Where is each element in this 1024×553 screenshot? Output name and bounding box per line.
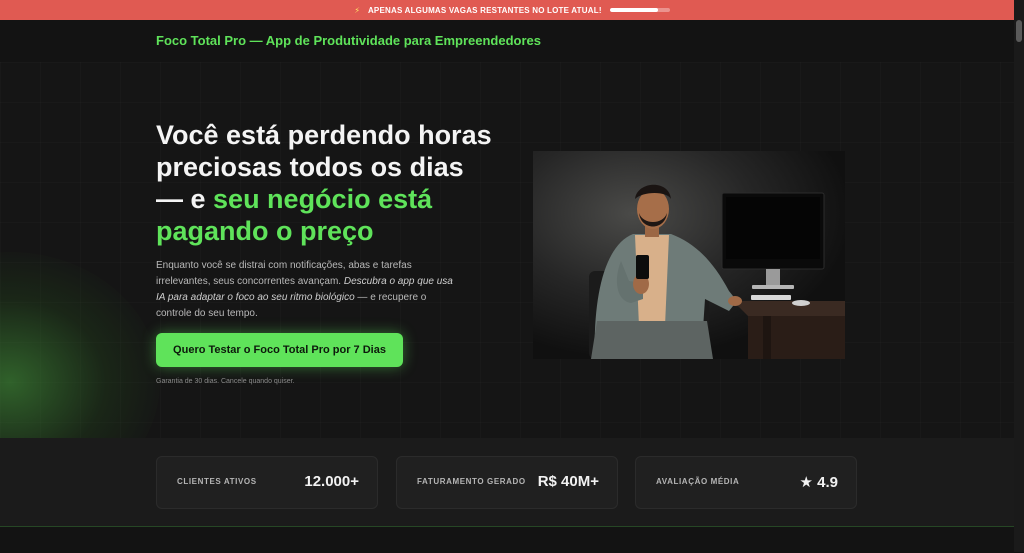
stat-card-rating: AVALIAÇÃO MÉDIA ★ 4.9	[635, 456, 857, 509]
hero-section: Você está perdendo horas preciosas todos…	[0, 62, 1014, 438]
stat-label: FATURAMENTO GERADO	[417, 477, 526, 486]
announcement-text: APENAS ALGUMAS VAGAS RESTANTES NO LOTE A…	[367, 5, 602, 15]
trial-cta-button[interactable]: Quero Testar o Foco Total Pro por 7 Dias	[156, 333, 403, 367]
scrollbar-thumb[interactable]	[1016, 20, 1022, 42]
spots-progress-fill	[609, 8, 658, 12]
page-scrollbar[interactable]	[1014, 0, 1024, 552]
man-with-phone-photo	[533, 151, 845, 359]
next-section-edge	[0, 526, 1014, 553]
stat-card-clients: CLIENTES ATIVOS 12.000+	[156, 456, 378, 509]
stat-label: CLIENTES ATIVOS	[177, 477, 257, 486]
hero-photo	[533, 151, 845, 359]
stat-label: AVALIAÇÃO MÉDIA	[656, 477, 740, 486]
stat-value: R$ 40M+	[537, 473, 599, 490]
hero-headline: Você está perdendo horas preciosas todos…	[156, 119, 496, 247]
spots-progress-bar	[609, 8, 670, 12]
hero-description: Enquanto você se distrai com notificaçõe…	[156, 258, 456, 322]
stat-value: ★ 4.9	[799, 474, 838, 491]
stat-value: 12.000+	[304, 473, 359, 490]
guarantee-note: Garantia de 30 dias. Cancele quando quis…	[156, 378, 295, 385]
brand-title[interactable]: Foco Total Pro — App de Produtividade pa…	[156, 33, 541, 48]
site-header: Foco Total Pro — App de Produtividade pa…	[0, 20, 1014, 63]
lightning-icon: ⚡	[354, 5, 360, 15]
announcement-bar: ⚡ APENAS ALGUMAS VAGAS RESTANTES NO LOTE…	[0, 0, 1024, 20]
stat-card-revenue: FATURAMENTO GERADO R$ 40M+	[396, 456, 618, 509]
